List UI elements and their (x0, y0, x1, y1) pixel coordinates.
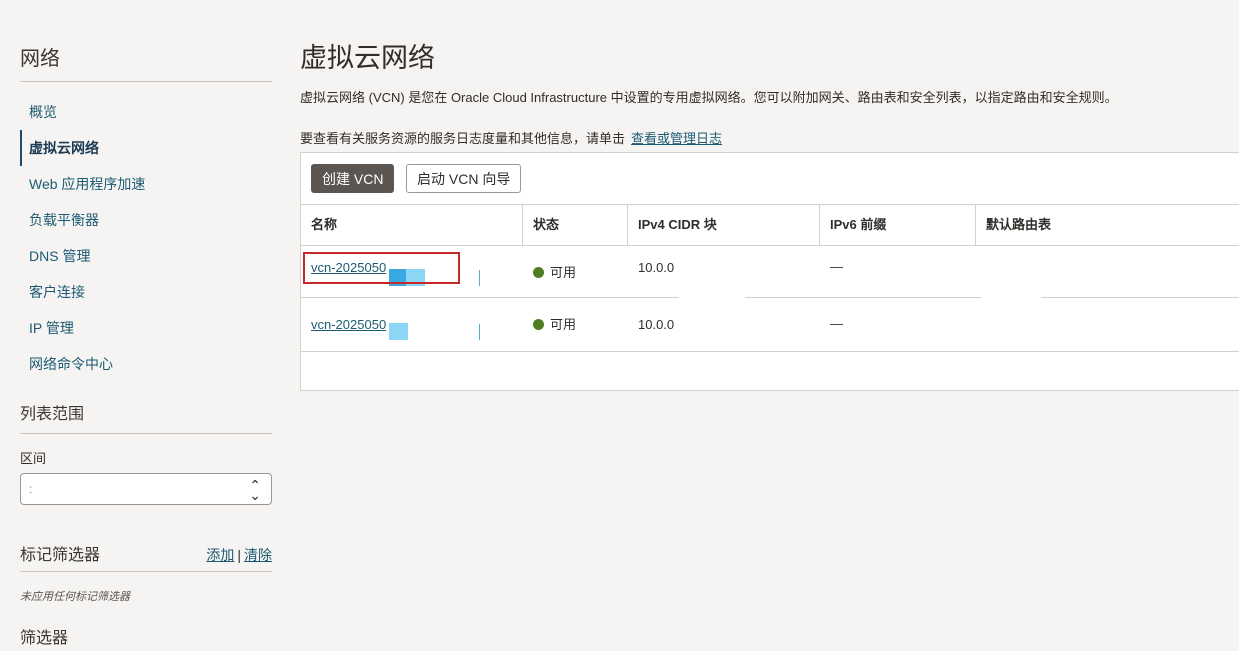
sidebar-item-customer-connectivity[interactable]: 客户连接 (20, 274, 272, 310)
redaction-mark (479, 324, 480, 340)
tag-filters-header: 标记筛选器 添加 | 清除 (20, 541, 272, 572)
column-header-status[interactable]: 状态 (523, 205, 628, 245)
sidebar-item-web-acceleration[interactable]: Web 应用程序加速 (20, 166, 272, 202)
ipv4-cell: 10.0.0 (638, 260, 675, 275)
vcn-table-panel: 创建 VCN 启动 VCN 向导 名称 状态 IPv4 CIDR 块 IPv6 … (300, 152, 1239, 391)
ipv6-cell: — (830, 316, 843, 331)
page-description: 虚拟云网络 (VCN) 是您在 Oracle Cloud Infrastruct… (300, 90, 1118, 105)
column-header-ipv6[interactable]: IPv6 前缀 (820, 205, 976, 245)
logs-text: 要查看有关服务资源的服务日志度量和其他信息，请单击 (300, 131, 626, 146)
status-text: 可用 (550, 317, 577, 332)
table-header: 名称 状态 IPv4 CIDR 块 IPv6 前缀 默认路由表 (301, 205, 1239, 246)
status-cell: 可用 (523, 246, 576, 299)
page-title: 虚拟云网络 (300, 43, 435, 73)
sidebar: 网络 概览 虚拟云网络 Web 应用程序加速 负载平衡器 DNS 管理 客户连接… (20, 30, 272, 648)
column-header-name[interactable]: 名称 (301, 205, 523, 245)
ipv4-cell: 10.0.0 (638, 317, 675, 332)
status-available-icon (533, 319, 544, 330)
sidebar-item-load-balancers[interactable]: 负载平衡器 (20, 202, 272, 238)
column-header-ipv4[interactable]: IPv4 CIDR 块 (628, 205, 820, 245)
column-header-route-table[interactable]: 默认路由表 (976, 205, 1239, 245)
table-row: vcn-2025050 可用 10.0.0 — (301, 298, 1239, 352)
status-text: 可用 (550, 265, 577, 280)
redaction-mark (389, 323, 408, 340)
add-tag-filter-link[interactable]: 添加 (206, 547, 234, 563)
tag-filter-actions: 添加 | 清除 (206, 545, 272, 565)
filters-title: 筛选器 (20, 630, 69, 647)
link-separator: | (237, 547, 241, 563)
tag-filters-title: 标记筛选器 (20, 547, 101, 564)
route-table-cell (976, 298, 986, 351)
view-logs-link[interactable]: 查看或管理日志 (631, 131, 722, 146)
sidebar-title: 网络 (20, 30, 272, 82)
vcn-name-cell: vcn-2025050 (301, 298, 386, 351)
main-content: 虚拟云网络 虚拟云网络 (VCN) 是您在 Oracle Cloud Infra… (300, 0, 1239, 391)
status-cell: 可用 (523, 298, 576, 351)
logs-info: 要查看有关服务资源的服务日志度量和其他信息，请单击 查看或管理日志 (300, 128, 1239, 147)
ipv6-cell: — (830, 259, 843, 274)
sidebar-item-network-command-center[interactable]: 网络命令中心 (20, 346, 272, 382)
sidebar-item-vcn[interactable]: 虚拟云网络 (20, 130, 272, 166)
tag-filter-note: 未应用任何标记筛选器 (20, 591, 130, 603)
selection-highlight (303, 252, 460, 284)
status-available-icon (533, 267, 544, 278)
sidebar-item-dns[interactable]: DNS 管理 (20, 238, 272, 274)
start-vcn-wizard-button[interactable]: 启动 VCN 向导 (406, 164, 522, 193)
sidebar-item-ip-management[interactable]: IP 管理 (20, 310, 272, 346)
compartment-label: 区间 (20, 451, 47, 466)
sidebar-nav: 概览 虚拟云网络 Web 应用程序加速 负载平衡器 DNS 管理 客户连接 IP… (20, 94, 272, 382)
compartment-value: : (29, 482, 33, 496)
chevron-up-down-icon: ⌃ ⌄ (249, 477, 261, 503)
vcn-name-link[interactable]: vcn-2025050 (311, 317, 386, 332)
compartment-select[interactable]: : ⌃ ⌄ (20, 473, 272, 505)
create-vcn-button[interactable]: 创建 VCN (311, 164, 395, 193)
sidebar-item-overview[interactable]: 概览 (20, 94, 272, 130)
clear-tag-filter-link[interactable]: 清除 (244, 547, 272, 563)
list-scope-title: 列表范围 (20, 400, 272, 434)
route-table-cell (976, 246, 986, 299)
table-toolbar: 创建 VCN 启动 VCN 向导 (301, 153, 1239, 205)
redaction-mark (479, 270, 480, 286)
